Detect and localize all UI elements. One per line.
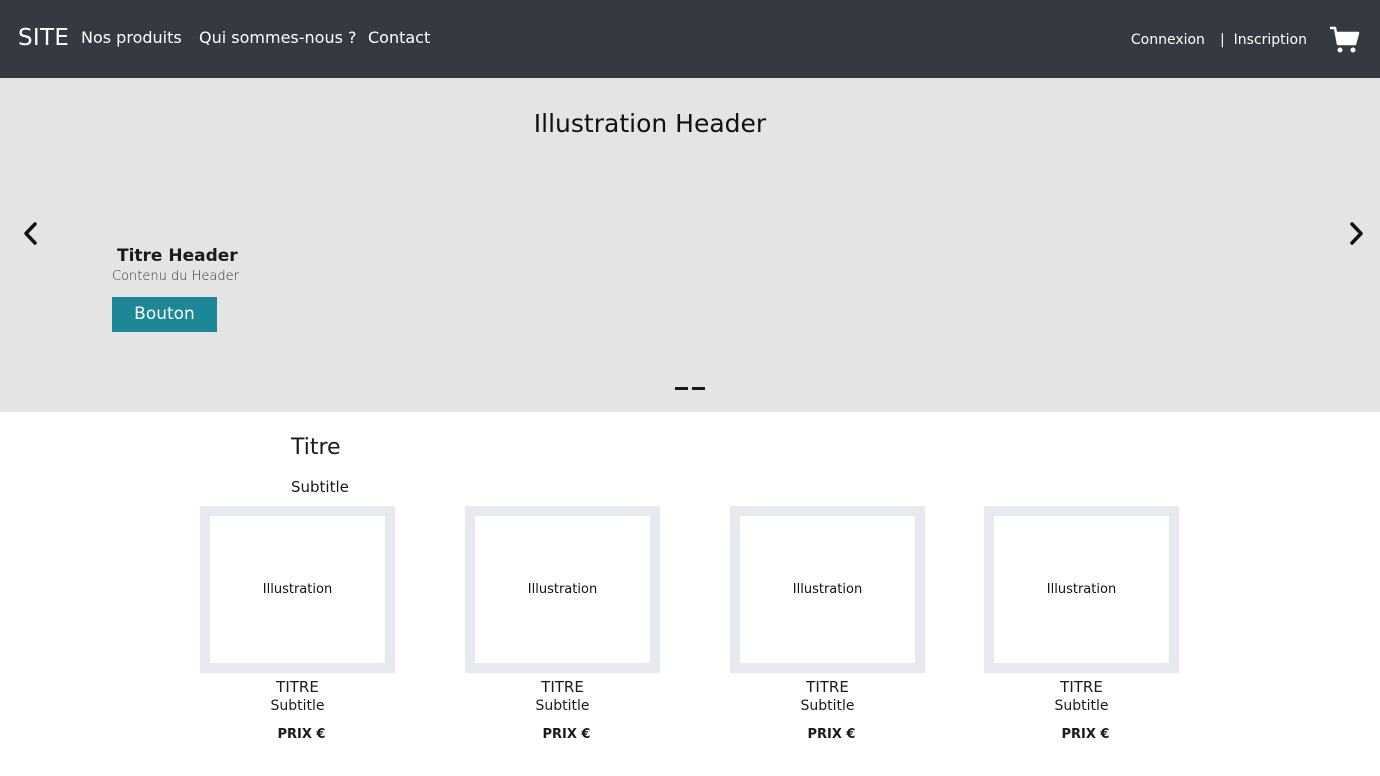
product-image-frame[interactable]: Illustration xyxy=(465,506,660,673)
product-subtitle: Subtitle xyxy=(800,698,855,714)
product-title: TITRE xyxy=(276,678,319,696)
product-price: PRIX € xyxy=(1061,727,1110,742)
signup-link[interactable]: Inscription xyxy=(1234,31,1307,49)
product-subtitle: Subtitle xyxy=(535,698,590,714)
product-card[interactable]: Illustration TITRE Subtitle PRIX € xyxy=(200,506,395,742)
product-card[interactable]: Illustration TITRE Subtitle PRIX € xyxy=(730,506,925,742)
nav-link-products[interactable]: Nos produits xyxy=(81,28,182,48)
auth-separator: | xyxy=(1219,32,1225,48)
product-price: PRIX € xyxy=(542,727,591,742)
product-illustration: Illustration xyxy=(210,516,385,663)
hero-title: Titre Header xyxy=(117,246,238,266)
product-image-frame[interactable]: Illustration xyxy=(200,506,395,673)
product-title: TITRE xyxy=(1060,678,1103,696)
top-navbar: SITE Nos produits Qui sommes-nous ? Cont… xyxy=(0,0,1380,78)
shopping-cart-icon[interactable] xyxy=(1329,25,1361,55)
product-subtitle: Subtitle xyxy=(270,698,325,714)
hero-content: Contenu du Header xyxy=(112,269,239,284)
section-subtitle: Subtitle xyxy=(291,478,349,496)
chevron-left-icon[interactable] xyxy=(19,217,43,251)
chevron-right-icon[interactable] xyxy=(1344,217,1368,251)
product-title: TITRE xyxy=(806,678,849,696)
product-image-frame[interactable]: Illustration xyxy=(984,506,1179,673)
carousel-dot-1[interactable] xyxy=(675,387,688,390)
product-card[interactable]: Illustration TITRE Subtitle PRIX € xyxy=(984,506,1179,742)
nav-link-about[interactable]: Qui sommes-nous ? xyxy=(199,28,357,48)
login-link[interactable]: Connexion xyxy=(1131,31,1205,49)
product-image-frame[interactable]: Illustration xyxy=(730,506,925,673)
product-illustration: Illustration xyxy=(994,516,1169,663)
nav-link-contact[interactable]: Contact xyxy=(368,28,430,48)
product-illustration: Illustration xyxy=(475,516,650,663)
hero-illustration-label: Illustration Header xyxy=(533,109,767,138)
product-title: TITRE xyxy=(541,678,584,696)
product-card[interactable]: Illustration TITRE Subtitle PRIX € xyxy=(465,506,660,742)
hero-cta-button[interactable]: Bouton xyxy=(112,297,217,332)
section-title: Titre xyxy=(291,435,341,460)
carousel-indicators xyxy=(675,387,705,390)
carousel-dot-2[interactable] xyxy=(692,387,705,390)
product-price: PRIX € xyxy=(277,727,326,742)
product-subtitle: Subtitle xyxy=(1054,698,1109,714)
auth-links: Connexion | Inscription xyxy=(1131,31,1307,49)
site-logo[interactable]: SITE xyxy=(18,24,69,52)
product-price: PRIX € xyxy=(807,727,856,742)
hero-carousel: Illustration Header Titre Header Contenu… xyxy=(0,78,1380,412)
product-illustration: Illustration xyxy=(740,516,915,663)
